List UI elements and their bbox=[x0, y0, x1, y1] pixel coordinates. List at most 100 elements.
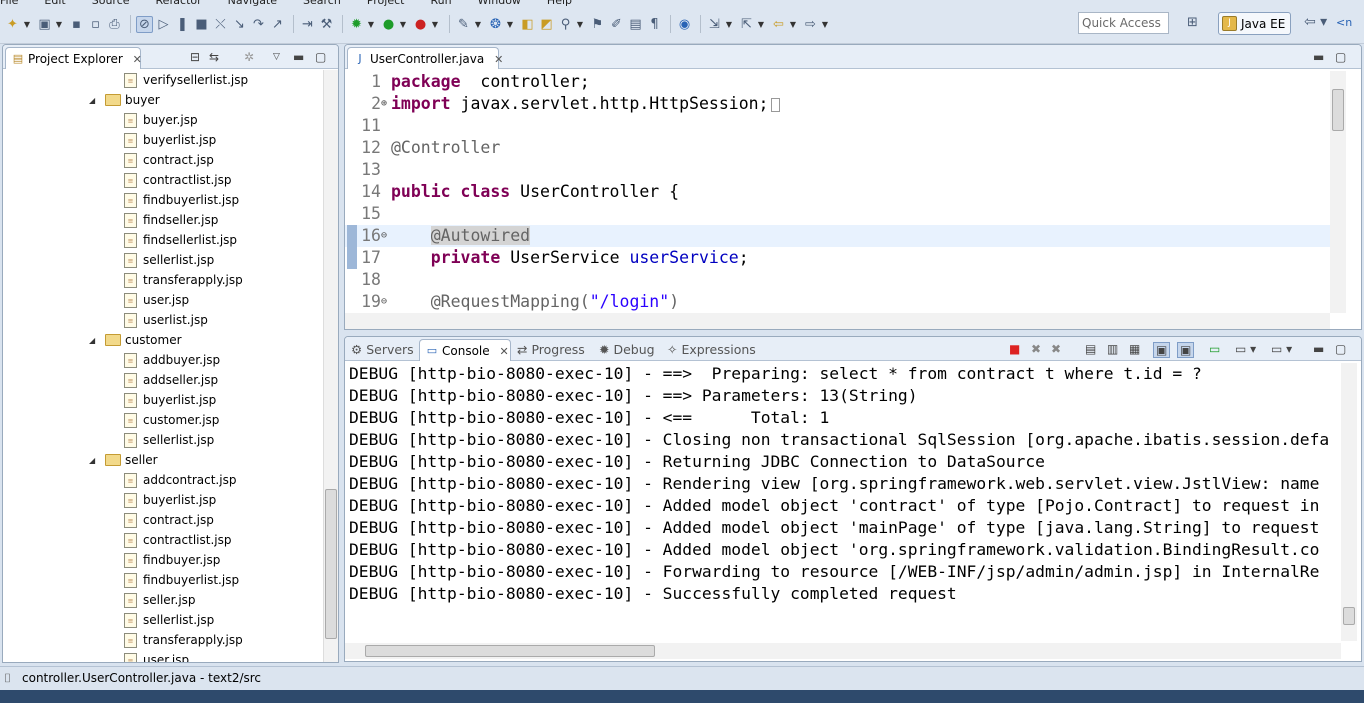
tree-file[interactable]: ≡ userlist.jsp bbox=[124, 310, 208, 330]
word-wrap-icon[interactable]: ▦ bbox=[1129, 342, 1140, 356]
tree-file[interactable]: ≡ addbuyer.jsp bbox=[124, 350, 220, 370]
previous-annotation-icon[interactable]: ⇱ bbox=[738, 16, 755, 33]
fold-expand-icon[interactable]: ⊕ bbox=[381, 93, 387, 115]
expand-arrow-icon[interactable]: ◢ bbox=[89, 336, 99, 345]
view-menu-icon[interactable]: ▽ bbox=[273, 52, 280, 62]
new-dropdown-icon[interactable]: ▼ bbox=[23, 16, 31, 33]
debug-dropdown-icon[interactable]: ▼ bbox=[367, 16, 375, 33]
tree-file[interactable]: ≡ sellerlist.jsp bbox=[124, 610, 214, 630]
forward-icon[interactable]: ⇨ bbox=[802, 16, 819, 33]
tree-file[interactable]: ≡ customer.jsp bbox=[124, 410, 219, 430]
terminate-icon[interactable]: ■ bbox=[1009, 342, 1020, 356]
menu-item-project[interactable]: Project bbox=[367, 0, 405, 7]
show-on-output-icon[interactable]: ▣ bbox=[1177, 342, 1195, 358]
search-dropdown-icon[interactable]: ▼ bbox=[576, 16, 584, 33]
close-icon[interactable]: ✕ bbox=[499, 345, 508, 358]
tree-file[interactable]: ≡ findseller.jsp bbox=[124, 210, 218, 230]
tree-file[interactable]: ≡ sellerlist.jsp bbox=[124, 430, 214, 450]
tree-file[interactable]: ≡ buyerlist.jsp bbox=[124, 490, 216, 510]
code-line[interactable]: 19 ⊖ @RequestMapping("/login") bbox=[345, 291, 1330, 313]
tree-file[interactable]: ≡ transferapply.jsp bbox=[124, 270, 243, 290]
open-type-icon[interactable]: ◧ bbox=[519, 16, 536, 33]
tree-file[interactable]: ≡ contract.jsp bbox=[124, 510, 214, 530]
tree-file[interactable]: ≡ findsellerlist.jsp bbox=[124, 230, 237, 250]
tree-file[interactable]: ≡ contract.jsp bbox=[124, 150, 214, 170]
filter-icon[interactable]: ✲ bbox=[244, 50, 254, 64]
next-annotation-icon[interactable]: ⇲ bbox=[706, 16, 723, 33]
navigate-back-icon[interactable]: ⇦ ▾ bbox=[1304, 14, 1327, 30]
tree-file[interactable]: ≡ buyerlist.jsp bbox=[124, 390, 216, 410]
server-dropdown-icon[interactable]: ▼ bbox=[474, 16, 482, 33]
tree-folder[interactable]: ◢ seller bbox=[89, 450, 158, 470]
new-console-icon[interactable]: ▭ ▾ bbox=[1271, 342, 1292, 356]
code-line[interactable]: 11 bbox=[345, 115, 1330, 137]
clear-console-icon[interactable]: ▤ bbox=[1085, 342, 1096, 356]
tab-expressions[interactable]: ✧ Expressions bbox=[667, 342, 756, 357]
external-tools-icon[interactable]: ⚒ bbox=[318, 16, 335, 33]
menu-item-refactor[interactable]: Refactor bbox=[156, 0, 202, 7]
wizard-dropdown-icon[interactable]: ▼ bbox=[55, 16, 63, 33]
code-line[interactable]: 14 public class UserController { bbox=[345, 181, 1330, 203]
menu-item-navigate[interactable]: Navigate bbox=[228, 0, 277, 7]
code-line[interactable]: 18 bbox=[345, 269, 1330, 291]
tab-servers[interactable]: ⚙ Servers bbox=[351, 342, 414, 357]
fold-collapse-icon[interactable]: ⊖ bbox=[381, 291, 387, 313]
code-line[interactable]: 2 ⊕ import javax.servlet.http.HttpSession; bbox=[345, 93, 1330, 115]
new-server-icon[interactable]: ✎ bbox=[455, 16, 472, 33]
menu-item-help[interactable]: Help bbox=[547, 0, 572, 7]
back-dropdown-icon[interactable]: ▼ bbox=[789, 16, 797, 33]
expand-arrow-icon[interactable]: ◢ bbox=[89, 96, 99, 105]
edit-icon[interactable]: ✐ bbox=[608, 16, 625, 33]
remove-launch-icon[interactable]: ✖ bbox=[1031, 342, 1041, 356]
debug-icon[interactable]: ✹ bbox=[348, 16, 365, 33]
tree-file[interactable]: ≡ buyerlist.jsp bbox=[124, 130, 216, 150]
console-vscroll-thumb[interactable] bbox=[1343, 607, 1355, 625]
new-java-class-icon[interactable]: ❂ bbox=[487, 16, 504, 33]
step-return-icon[interactable]: ↗ bbox=[269, 16, 286, 33]
code-line[interactable]: 15 bbox=[345, 203, 1330, 225]
back-icon[interactable]: ⇦ bbox=[770, 16, 787, 33]
console-hscroll-thumb[interactable] bbox=[365, 645, 655, 657]
code-line[interactable]: 12 @Controller bbox=[345, 137, 1330, 159]
block-selection-icon[interactable]: ▤ bbox=[627, 16, 644, 33]
skip-breakpoints-icon[interactable]: ⊘ bbox=[136, 15, 153, 33]
tree-scrollbar-thumb[interactable] bbox=[325, 489, 337, 639]
forward-dropdown-icon[interactable]: ▼ bbox=[821, 16, 829, 33]
open-console-icon[interactable]: ▭ bbox=[1209, 342, 1220, 356]
tree-file[interactable]: ≡ findbuyer.jsp bbox=[124, 550, 220, 570]
step-into-icon[interactable]: ↘ bbox=[231, 16, 248, 33]
code-line[interactable]: 13 bbox=[345, 159, 1330, 181]
maximize-icon[interactable]: ▢ bbox=[1335, 50, 1346, 64]
remove-all-icon[interactable]: ✖ bbox=[1051, 342, 1061, 356]
toggle-mark-icon[interactable]: ⚑ bbox=[589, 16, 606, 33]
scroll-lock-icon[interactable]: ▥ bbox=[1107, 342, 1118, 356]
tree-folder[interactable]: ◢ customer bbox=[89, 330, 182, 350]
new-icon[interactable]: ✦ bbox=[4, 16, 21, 33]
tree-file[interactable]: ≡ findbuyerlist.jsp bbox=[124, 570, 239, 590]
disconnect-icon[interactable]: ⤬ bbox=[212, 16, 229, 33]
tab-project-explorer[interactable]: ▤ Project Explorer ✕ bbox=[5, 47, 142, 69]
minimize-icon[interactable]: ▬ bbox=[1313, 342, 1324, 356]
save-all-icon[interactable]: ▫ bbox=[87, 16, 104, 33]
tree-file[interactable]: ≡ seller.jsp bbox=[124, 590, 196, 610]
code-line[interactable]: 16 ⊖ @Autowired bbox=[345, 225, 1330, 247]
tree-file[interactable]: ≡ findbuyerlist.jsp bbox=[124, 190, 239, 210]
code-line[interactable]: 17 private UserService userService; bbox=[345, 247, 1330, 269]
run-last-icon[interactable]: ⇥ bbox=[299, 16, 316, 33]
step-over-icon[interactable]: ↷ bbox=[250, 16, 267, 33]
save-icon[interactable]: ▪ bbox=[68, 16, 85, 33]
minimize-icon[interactable]: ▬ bbox=[293, 50, 304, 64]
perspective-overflow-icon[interactable]: <n bbox=[1336, 16, 1352, 29]
close-icon[interactable]: ✕ bbox=[494, 53, 503, 66]
menu-item-run[interactable]: Run bbox=[430, 0, 451, 7]
resume-icon[interactable]: ▷ bbox=[155, 16, 172, 33]
tree-file[interactable]: ≡ addcontract.jsp bbox=[124, 470, 236, 490]
menu-item-search[interactable]: Search bbox=[303, 0, 341, 7]
quick-access-input[interactable]: Quick Access bbox=[1078, 12, 1169, 34]
show-whitespace-icon[interactable]: ¶ bbox=[646, 16, 663, 33]
expand-arrow-icon[interactable]: ◢ bbox=[89, 456, 99, 465]
maximize-icon[interactable]: ▢ bbox=[1335, 342, 1346, 356]
tab-console[interactable]: ▭ Console ✕ bbox=[419, 339, 511, 361]
class-dropdown-icon[interactable]: ▼ bbox=[506, 16, 514, 33]
folded-import-box[interactable] bbox=[770, 97, 780, 112]
